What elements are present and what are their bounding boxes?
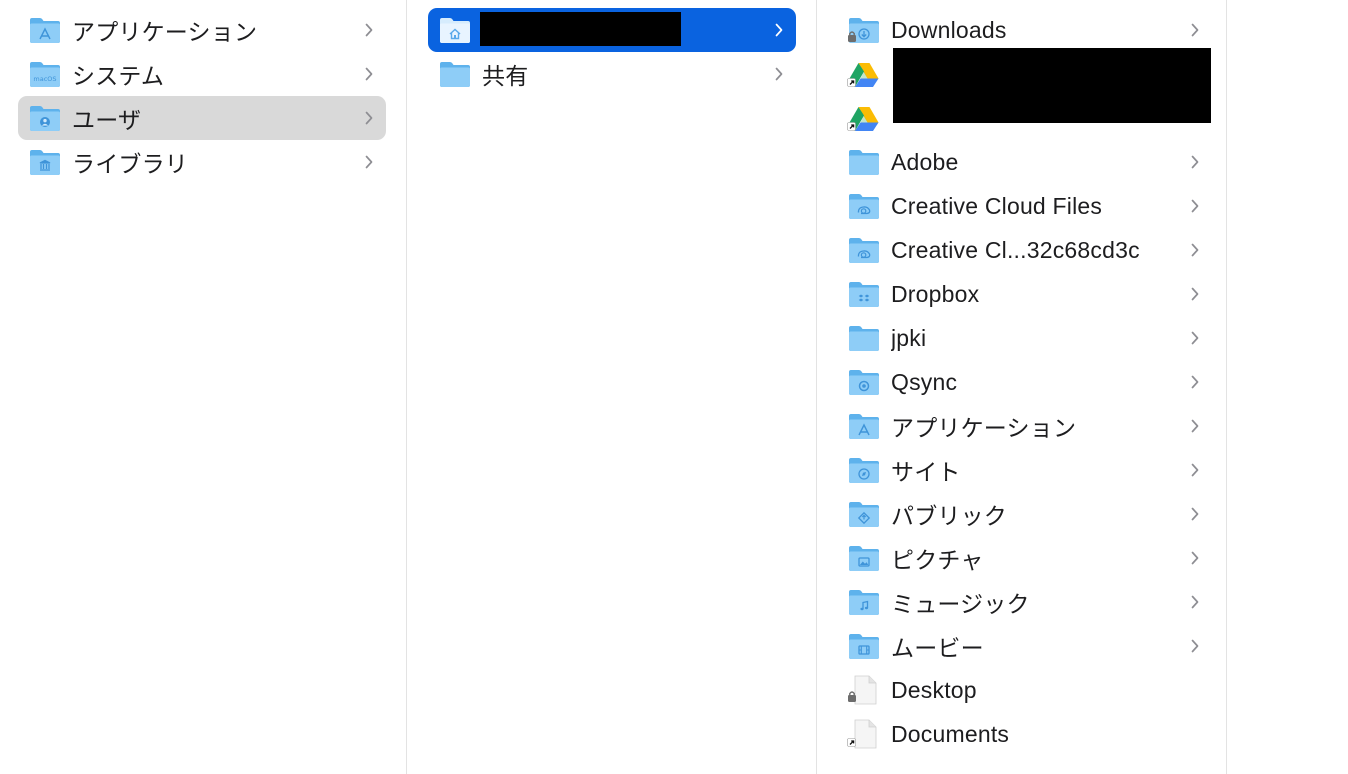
chevron-right-icon xyxy=(362,22,376,38)
chevron-right-icon xyxy=(1188,154,1202,170)
applications-folder-icon xyxy=(847,411,881,441)
list-item[interactable]: 共有 xyxy=(428,52,796,96)
chevron-right-icon xyxy=(362,110,376,126)
chevron-right-icon xyxy=(772,66,786,82)
chevron-right-icon xyxy=(1188,418,1202,434)
item-label: Adobe xyxy=(891,148,959,175)
chevron-right-icon xyxy=(1188,22,1202,38)
item-label: ユーザ xyxy=(72,107,142,133)
list-item[interactable]: Adobe xyxy=(839,140,1212,184)
chevron-right-icon xyxy=(1188,638,1202,654)
list-item[interactable]: ムービー xyxy=(839,624,1212,668)
item-label: Qsync xyxy=(891,368,958,395)
item-label: Creative Cl...32c68cd3c xyxy=(891,236,1140,263)
alias-document-icon xyxy=(847,719,881,749)
music-folder-icon xyxy=(847,587,881,617)
chevron-right-icon xyxy=(1188,506,1202,522)
list-item[interactable]: アプリケーション xyxy=(18,8,386,52)
item-label: Dropbox xyxy=(891,280,980,307)
chevron-right-icon xyxy=(772,22,786,38)
applications-folder-icon xyxy=(28,15,62,45)
list-item[interactable]: ミュージック xyxy=(839,580,1212,624)
macos-folder-icon: macOS xyxy=(28,59,62,89)
chevron-right-icon xyxy=(1188,286,1202,302)
item-label: パブリック xyxy=(891,503,1007,529)
chevron-right-icon xyxy=(1188,198,1202,214)
list-item[interactable]: Documents xyxy=(839,712,1212,756)
item-label: システム xyxy=(72,63,165,89)
item-label: アプリケーション xyxy=(72,19,258,45)
chevron-right-icon xyxy=(1188,374,1202,390)
list-item[interactable]: Creative Cl...32c68cd3c xyxy=(839,228,1212,272)
list-item[interactable]: macOS システム xyxy=(18,52,386,96)
home-folder-icon xyxy=(438,15,472,45)
pictures-folder-icon xyxy=(847,543,881,573)
dropbox-folder-icon xyxy=(847,279,881,309)
list-item[interactable]: Desktop xyxy=(839,668,1212,712)
users-folder-icon xyxy=(28,103,62,133)
item-label: jpki xyxy=(891,324,927,351)
item-label: ライブラリ xyxy=(72,151,188,177)
list-item[interactable]: ユーザ xyxy=(18,96,386,140)
column-users[interactable]: 共有 xyxy=(407,0,817,774)
list-item[interactable] xyxy=(428,8,796,52)
downloads-folder-icon xyxy=(847,15,881,45)
public-folder-icon xyxy=(847,499,881,529)
chevron-right-icon xyxy=(1188,330,1202,346)
list-item[interactable]: サイト xyxy=(839,448,1212,492)
chevron-right-icon xyxy=(362,154,376,170)
item-label: ピクチャ xyxy=(891,547,984,573)
folder-icon xyxy=(847,147,881,177)
google-drive-icon xyxy=(847,59,881,89)
list-item[interactable]: Qsync xyxy=(839,360,1212,404)
item-label: Creative Cloud Files xyxy=(891,192,1103,219)
chevron-right-icon xyxy=(362,66,376,82)
chevron-right-icon xyxy=(1188,594,1202,610)
list-item[interactable]: ライブラリ xyxy=(18,140,386,184)
locked-document-icon xyxy=(847,675,881,705)
movies-folder-icon xyxy=(847,631,881,661)
item-label: Downloads xyxy=(891,16,1007,43)
folder-icon xyxy=(438,59,472,89)
chevron-right-icon xyxy=(1188,242,1202,258)
item-label: ムービー xyxy=(891,635,984,661)
creative-cloud-folder-icon xyxy=(847,235,881,265)
list-item[interactable]: アプリケーション xyxy=(839,404,1212,448)
item-label: ミュージック xyxy=(891,591,1030,617)
sites-folder-icon xyxy=(847,455,881,485)
library-folder-icon xyxy=(28,147,62,177)
item-label: Documents xyxy=(891,720,1010,747)
item-label: Desktop xyxy=(891,676,977,703)
folder-icon xyxy=(847,323,881,353)
column-home[interactable]: Downloads Adobe Creative Cloud Files Cre… xyxy=(817,0,1227,774)
svg-text:macOS: macOS xyxy=(33,75,56,83)
chevron-right-icon xyxy=(1188,550,1202,566)
item-label: アプリケーション xyxy=(891,415,1077,441)
item-label: 共有 xyxy=(482,63,529,89)
redaction-box xyxy=(480,12,681,46)
column-root[interactable]: アプリケーション macOS システム ユーザ ライブラリ xyxy=(0,0,407,774)
item-label: サイト xyxy=(891,459,961,485)
qsync-folder-icon xyxy=(847,367,881,397)
finder-column-browser: アプリケーション macOS システム ユーザ ライブラリ 共有 Downloa… xyxy=(0,0,1348,774)
list-item[interactable]: ピクチャ xyxy=(839,536,1212,580)
redaction-box xyxy=(893,48,1211,123)
creative-cloud-folder-icon xyxy=(847,191,881,221)
list-item[interactable]: パブリック xyxy=(839,492,1212,536)
list-item[interactable]: Dropbox xyxy=(839,272,1212,316)
chevron-right-icon xyxy=(1188,462,1202,478)
list-item[interactable]: Downloads xyxy=(839,8,1212,52)
list-item[interactable]: Creative Cloud Files xyxy=(839,184,1212,228)
google-drive-icon xyxy=(847,103,881,133)
list-item[interactable]: jpki xyxy=(839,316,1212,360)
column-empty[interactable] xyxy=(1227,0,1348,774)
